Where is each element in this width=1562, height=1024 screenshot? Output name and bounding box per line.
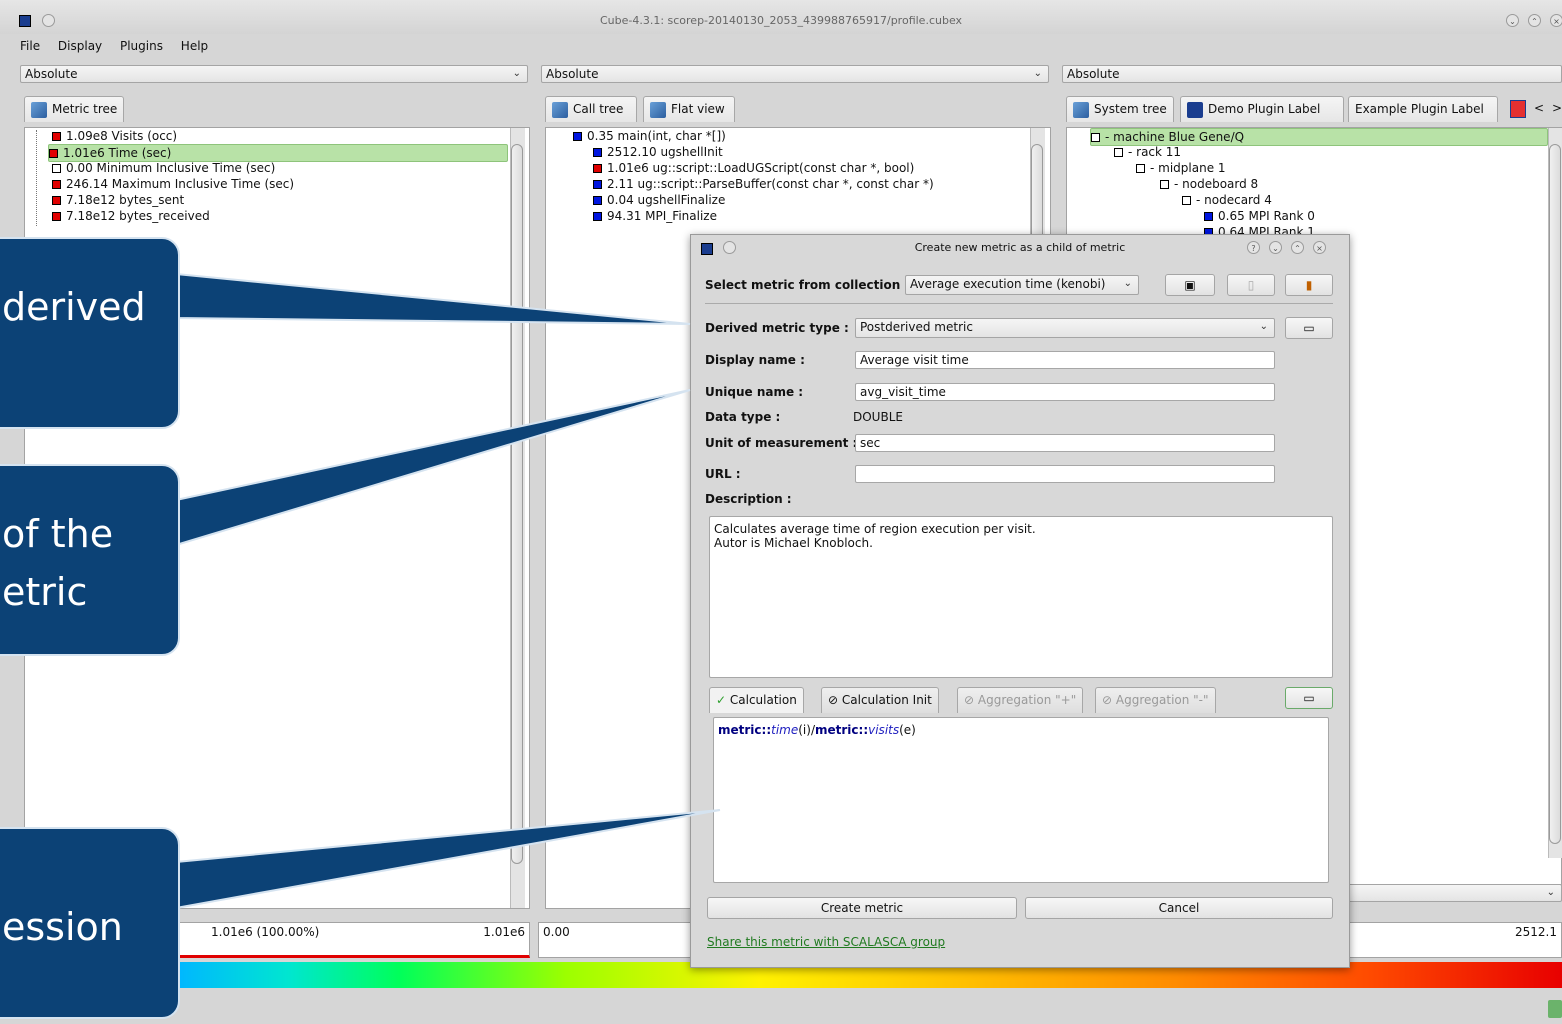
callout-top-text: derived bbox=[2, 285, 146, 329]
callout-pointer-top bbox=[175, 272, 691, 325]
callout-middle: of the etric bbox=[0, 464, 180, 656]
callout-pointer-middle bbox=[175, 389, 691, 547]
callout-bottom: ession bbox=[0, 827, 180, 1019]
callout-middle-text: of the bbox=[2, 512, 114, 556]
callout-top: derived bbox=[0, 237, 180, 429]
callout-pointer-bottom bbox=[175, 809, 721, 910]
callout-bottom-text: ession bbox=[2, 905, 123, 949]
callout-middle-text: etric bbox=[2, 570, 88, 614]
callout-pointers bbox=[175, 272, 721, 910]
